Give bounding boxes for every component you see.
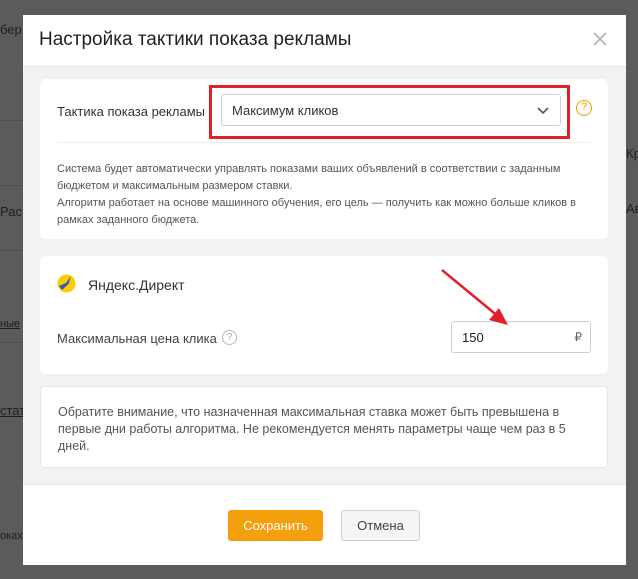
max-price-input[interactable]: 150 ₽	[451, 321, 591, 353]
modal-header: Настройка тактики показа рекламы	[23, 15, 626, 67]
platform-name: Яндекс.Директ	[88, 277, 185, 293]
bg-fragment: Ав	[626, 201, 638, 216]
tactic-select-value: Максимум кликов	[232, 103, 339, 118]
platform-card: Яндекс.Директ Максимальная цена клика ? …	[40, 256, 608, 374]
tactic-description: Система будет автоматически управлять по…	[57, 161, 577, 229]
max-price-label: Максимальная цена клика	[57, 331, 217, 346]
divider	[57, 142, 591, 143]
tactic-settings-modal: Настройка тактики показа рекламы Тактика…	[23, 15, 626, 565]
currency-label: ₽	[574, 330, 582, 344]
yandex-direct-icon	[57, 274, 76, 293]
chevron-down-icon	[536, 104, 550, 116]
notice-box: Обратите внимание, что назначенная макси…	[40, 386, 608, 468]
help-icon[interactable]: ?	[576, 100, 592, 116]
tactic-label: Тактика показа рекламы	[57, 104, 205, 119]
notice-text: Обратите внимание, что назначенная макси…	[58, 405, 566, 453]
max-price-value: 150	[462, 330, 484, 345]
bg-fragment: Рас	[0, 204, 22, 219]
tactic-card: Тактика показа рекламы Максимум кликов ?…	[40, 79, 608, 239]
description-line: Система будет автоматически управлять по…	[57, 163, 561, 192]
bg-fragment: бер	[0, 22, 22, 37]
bg-fragment: стат	[0, 403, 26, 418]
help-icon[interactable]: ?	[222, 330, 237, 345]
bg-fragment: Кр	[626, 146, 638, 161]
bg-fragment: ные	[0, 318, 21, 330]
bg-fragment: оках	[0, 530, 23, 542]
close-icon[interactable]	[590, 29, 610, 49]
modal-footer: Сохранить Отмена	[23, 484, 626, 565]
modal-title: Настройка тактики показа рекламы	[39, 29, 352, 50]
tactic-select[interactable]: Максимум кликов	[221, 94, 561, 126]
description-line: Алгоритм работает на основе машинного об…	[57, 197, 577, 226]
cancel-button[interactable]: Отмена	[341, 510, 420, 541]
save-button[interactable]: Сохранить	[228, 510, 323, 541]
